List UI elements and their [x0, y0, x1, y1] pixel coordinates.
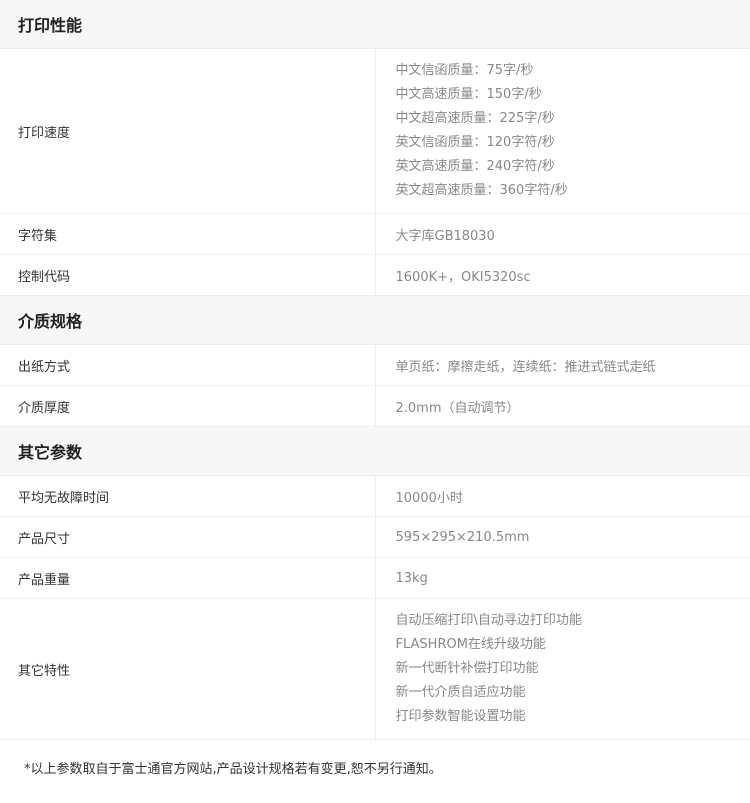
spec-value: 中文信函质量：75字/秒 中文高速质量：150字/秒 中文超高速质量：225字/…: [375, 48, 750, 214]
spec-value-line: 新一代介质自适应功能: [395, 685, 526, 700]
spec-row-print-speed: 打印速度 中文信函质量：75字/秒 中文高速质量：150字/秒 中文超高速质量：…: [0, 48, 750, 214]
section-header-other-params: 其它参数: [0, 426, 750, 476]
spec-row-mtbf: 平均无故障时间 10000小时: [0, 475, 750, 517]
spec-row-weight: 产品重量 13kg: [0, 557, 750, 599]
spec-value-line: 自动压缩打印\自动寻边打印功能: [395, 613, 582, 628]
spec-value: 大字库GB18030: [375, 213, 750, 255]
spec-value: 10000小时: [375, 475, 750, 517]
spec-value: 1600K+，OKI5320sc: [375, 254, 750, 296]
spec-value-line: FLASHROM在线升级功能: [395, 637, 546, 652]
spec-value: 单页纸：摩擦走纸，连续纸：推进式链式走纸: [375, 344, 750, 386]
spec-table: 打印性能 打印速度 中文信函质量：75字/秒 中文高速质量：150字/秒 中文超…: [0, 0, 750, 740]
spec-value-line: 中文信函质量：75字/秒: [395, 63, 534, 78]
spec-value: 2.0mm（自动调节）: [375, 385, 750, 427]
section-title: 打印性能: [0, 0, 750, 49]
section-header-media-spec: 介质规格: [0, 295, 750, 345]
spec-label: 产品重量: [0, 557, 376, 599]
spec-value-line: 中文超高速质量：225字/秒: [395, 111, 555, 126]
spec-row-media-thickness: 介质厚度 2.0mm（自动调节）: [0, 385, 750, 427]
spec-row-dimensions: 产品尺寸 595×295×210.5mm: [0, 516, 750, 558]
spec-label: 其它特性: [0, 598, 376, 740]
section-title: 其它参数: [0, 426, 750, 476]
spec-label: 控制代码: [0, 254, 376, 296]
spec-row-paper-feed: 出纸方式 单页纸：摩擦走纸，连续纸：推进式链式走纸: [0, 344, 750, 386]
spec-label: 平均无故障时间: [0, 475, 376, 517]
spec-row-control-code: 控制代码 1600K+，OKI5320sc: [0, 254, 750, 296]
spec-label: 打印速度: [0, 48, 376, 214]
spec-label: 出纸方式: [0, 344, 376, 386]
spec-label: 字符集: [0, 213, 376, 255]
spec-value: 595×295×210.5mm: [375, 516, 750, 558]
spec-value-line: 英文高速质量：240字符/秒: [395, 159, 555, 174]
spec-table-body: 打印性能 打印速度 中文信函质量：75字/秒 中文高速质量：150字/秒 中文超…: [0, 0, 750, 740]
spec-value-line: 新一代断针补偿打印功能: [395, 661, 539, 676]
section-title: 介质规格: [0, 295, 750, 345]
spec-value-line: 中文高速质量：150字/秒: [395, 87, 542, 102]
section-header-print-performance: 打印性能: [0, 0, 750, 49]
spec-value-line: 打印参数智能设置功能: [395, 709, 526, 724]
footnote: *以上参数取自于富士通官方网站,产品设计规格若有变更,恕不另行通知。: [24, 762, 442, 777]
spec-row-other-features: 其它特性 自动压缩打印\自动寻边打印功能 FLASHROM在线升级功能 新一代断…: [0, 598, 750, 740]
spec-label: 介质厚度: [0, 385, 376, 427]
spec-label: 产品尺寸: [0, 516, 376, 558]
spec-value-line: 英文信函质量：120字符/秒: [395, 135, 555, 150]
spec-value: 13kg: [375, 557, 750, 599]
spec-value: 自动压缩打印\自动寻边打印功能 FLASHROM在线升级功能 新一代断针补偿打印…: [375, 598, 750, 740]
spec-row-charset: 字符集 大字库GB18030: [0, 213, 750, 255]
spec-value-line: 英文超高速质量：360字符/秒: [395, 183, 568, 198]
